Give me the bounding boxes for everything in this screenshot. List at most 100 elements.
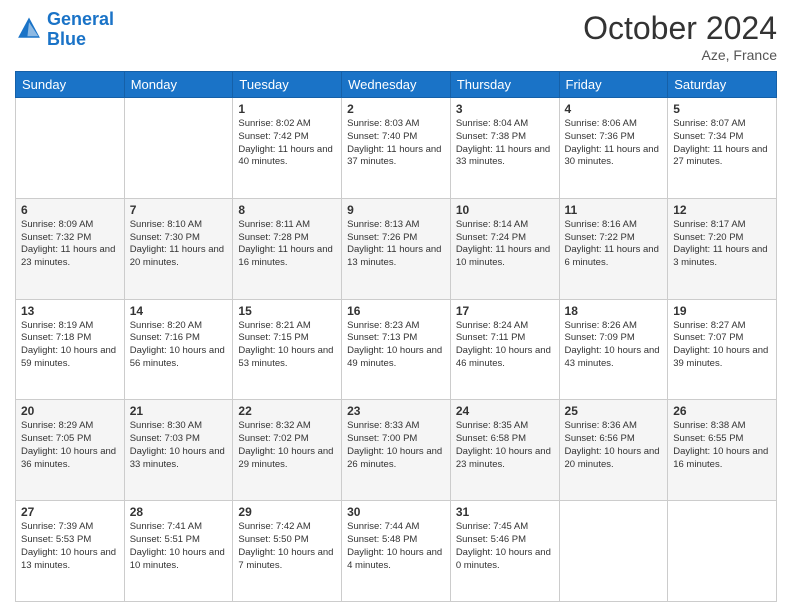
calendar-cell: 23Sunrise: 8:33 AMSunset: 7:00 PMDayligh…: [342, 400, 451, 501]
calendar-cell: 14 Sunrise: 8:20 AMSunset: 7:16 PMDayligh…: [124, 299, 233, 400]
day-number: 25: [565, 404, 663, 418]
calendar-cell: 9 Sunrise: 8:13 AMSunset: 7:26 PMDaylight…: [342, 198, 451, 299]
logo-icon: [15, 16, 43, 44]
day-number: 15: [238, 304, 336, 318]
calendar-cell: 2Sunrise: 8:03 AMSunset: 7:40 PMDaylight…: [342, 98, 451, 199]
calendar-cell: 8Sunrise: 8:11 AMSunset: 7:28 PMDaylight…: [233, 198, 342, 299]
calendar-cell: 17Sunrise: 8:24 AMSunset: 7:11 PMDayligh…: [450, 299, 559, 400]
logo-text: General Blue: [47, 10, 114, 50]
day-detail: Sunrise: 8:06 AMSunset: 7:36 PMDaylight:…: [565, 118, 663, 169]
day-detail: Sunrise: 8:17 AMSunset: 7:20 PMDaylight:…: [673, 219, 771, 270]
day-number: 5: [673, 102, 771, 116]
day-number: 21: [130, 404, 228, 418]
day-detail: Sunrise: 7:41 AMSunset: 5:51 PMDaylight:…: [130, 521, 228, 572]
calendar-cell: [124, 98, 233, 199]
day-number: 1: [238, 102, 336, 116]
calendar-header-tuesday: Tuesday: [233, 72, 342, 98]
logo-line2: Blue: [47, 29, 86, 49]
day-detail: Sunrise: 8:23 AMSunset: 7:13 PMDaylight:…: [347, 320, 445, 371]
day-number: 18: [565, 304, 663, 318]
day-number: 6: [21, 203, 119, 217]
calendar-cell: 18 Sunrise: 8:26 AMSunset: 7:09 PMDayligh…: [559, 299, 668, 400]
calendar-header-sunday: Sunday: [16, 72, 125, 98]
day-detail: Sunrise: 7:44 AMSunset: 5:48 PMDaylight:…: [347, 521, 445, 572]
calendar-cell: 15Sunrise: 8:21 AMSunset: 7:15 PMDayligh…: [233, 299, 342, 400]
calendar-header-row: SundayMondayTuesdayWednesdayThursdayFrid…: [16, 72, 777, 98]
day-number: 31: [456, 505, 554, 519]
calendar-cell: 22 Sunrise: 8:32 AMSunset: 7:02 PMDayligh…: [233, 400, 342, 501]
day-number: 4: [565, 102, 663, 116]
day-number: 30: [347, 505, 445, 519]
day-number: 19: [673, 304, 771, 318]
day-detail: Sunrise: 8:11 AMSunset: 7:28 PMDaylight:…: [238, 219, 336, 270]
calendar-week-2: 6 Sunrise: 8:09 AMSunset: 7:32 PMDaylight…: [16, 198, 777, 299]
calendar-cell: [16, 98, 125, 199]
day-number: 9: [347, 203, 445, 217]
day-number: 2: [347, 102, 445, 116]
day-number: 16: [347, 304, 445, 318]
page: General Blue October 2024 Aze, France Su…: [0, 0, 792, 612]
calendar-cell: 31 Sunrise: 7:45 AMSunset: 5:46 PMDayligh…: [450, 501, 559, 602]
day-detail: Sunrise: 8:38 AMSunset: 6:55 PMDaylight:…: [673, 420, 771, 471]
calendar-cell: 12 Sunrise: 8:17 AMSunset: 7:20 PMDayligh…: [668, 198, 777, 299]
calendar-cell: 7 Sunrise: 8:10 AMSunset: 7:30 PMDaylight…: [124, 198, 233, 299]
day-detail: Sunrise: 8:26 AMSunset: 7:09 PMDaylight:…: [565, 320, 663, 371]
title-block: October 2024 Aze, France: [583, 10, 777, 63]
month-title: October 2024: [583, 10, 777, 47]
day-detail: Sunrise: 8:35 AMSunset: 6:58 PMDaylight:…: [456, 420, 554, 471]
day-detail: Sunrise: 8:32 AMSunset: 7:02 PMDaylight:…: [238, 420, 336, 471]
calendar-table: SundayMondayTuesdayWednesdayThursdayFrid…: [15, 71, 777, 602]
day-detail: Sunrise: 8:16 AMSunset: 7:22 PMDaylight:…: [565, 219, 663, 270]
day-number: 20: [21, 404, 119, 418]
day-detail: Sunrise: 8:29 AMSunset: 7:05 PMDaylight:…: [21, 420, 119, 471]
day-detail: Sunrise: 8:27 AMSunset: 7:07 PMDaylight:…: [673, 320, 771, 371]
calendar-cell: 1 Sunrise: 8:02 AMSunset: 7:42 PMDaylight…: [233, 98, 342, 199]
calendar-cell: [559, 501, 668, 602]
day-detail: Sunrise: 8:13 AMSunset: 7:26 PMDaylight:…: [347, 219, 445, 270]
day-detail: Sunrise: 8:20 AMSunset: 7:16 PMDaylight:…: [130, 320, 228, 371]
calendar-cell: 4 Sunrise: 8:06 AMSunset: 7:36 PMDaylight…: [559, 98, 668, 199]
calendar-cell: [668, 501, 777, 602]
calendar-week-3: 13Sunrise: 8:19 AMSunset: 7:18 PMDayligh…: [16, 299, 777, 400]
day-detail: Sunrise: 8:02 AMSunset: 7:42 PMDaylight:…: [238, 118, 336, 169]
day-detail: Sunrise: 8:04 AMSunset: 7:38 PMDaylight:…: [456, 118, 554, 169]
calendar-week-5: 27Sunrise: 7:39 AMSunset: 5:53 PMDayligh…: [16, 501, 777, 602]
day-detail: Sunrise: 8:10 AMSunset: 7:30 PMDaylight:…: [130, 219, 228, 270]
calendar-cell: 27Sunrise: 7:39 AMSunset: 5:53 PMDayligh…: [16, 501, 125, 602]
calendar-cell: 5 Sunrise: 8:07 AMSunset: 7:34 PMDaylight…: [668, 98, 777, 199]
day-detail: Sunrise: 7:42 AMSunset: 5:50 PMDaylight:…: [238, 521, 336, 572]
day-number: 29: [238, 505, 336, 519]
day-number: 28: [130, 505, 228, 519]
day-number: 7: [130, 203, 228, 217]
day-detail: Sunrise: 8:07 AMSunset: 7:34 PMDaylight:…: [673, 118, 771, 169]
day-detail: Sunrise: 7:45 AMSunset: 5:46 PMDaylight:…: [456, 521, 554, 572]
calendar-cell: 10 Sunrise: 8:14 AMSunset: 7:24 PMDayligh…: [450, 198, 559, 299]
day-number: 26: [673, 404, 771, 418]
calendar-week-4: 20 Sunrise: 8:29 AMSunset: 7:05 PMDayligh…: [16, 400, 777, 501]
day-number: 14: [130, 304, 228, 318]
calendar-cell: 28 Sunrise: 7:41 AMSunset: 5:51 PMDayligh…: [124, 501, 233, 602]
calendar-cell: 30 Sunrise: 7:44 AMSunset: 5:48 PMDayligh…: [342, 501, 451, 602]
calendar-cell: 25 Sunrise: 8:36 AMSunset: 6:56 PMDayligh…: [559, 400, 668, 501]
calendar-cell: 6 Sunrise: 8:09 AMSunset: 7:32 PMDaylight…: [16, 198, 125, 299]
day-number: 12: [673, 203, 771, 217]
calendar-cell: 11Sunrise: 8:16 AMSunset: 7:22 PMDayligh…: [559, 198, 668, 299]
logo: General Blue: [15, 10, 114, 50]
day-detail: Sunrise: 7:39 AMSunset: 5:53 PMDaylight:…: [21, 521, 119, 572]
calendar-header-monday: Monday: [124, 72, 233, 98]
day-number: 23: [347, 404, 445, 418]
calendar-cell: 19 Sunrise: 8:27 AMSunset: 7:07 PMDayligh…: [668, 299, 777, 400]
calendar-cell: 3Sunrise: 8:04 AMSunset: 7:38 PMDaylight…: [450, 98, 559, 199]
day-detail: Sunrise: 8:24 AMSunset: 7:11 PMDaylight:…: [456, 320, 554, 371]
day-detail: Sunrise: 8:36 AMSunset: 6:56 PMDaylight:…: [565, 420, 663, 471]
logo-line1: General: [47, 9, 114, 29]
calendar-cell: 29 Sunrise: 7:42 AMSunset: 5:50 PMDayligh…: [233, 501, 342, 602]
day-detail: Sunrise: 8:14 AMSunset: 7:24 PMDaylight:…: [456, 219, 554, 270]
calendar-cell: 16 Sunrise: 8:23 AMSunset: 7:13 PMDayligh…: [342, 299, 451, 400]
calendar-header-thursday: Thursday: [450, 72, 559, 98]
day-detail: Sunrise: 8:09 AMSunset: 7:32 PMDaylight:…: [21, 219, 119, 270]
header: General Blue October 2024 Aze, France: [15, 10, 777, 63]
day-number: 10: [456, 203, 554, 217]
day-detail: Sunrise: 8:19 AMSunset: 7:18 PMDaylight:…: [21, 320, 119, 371]
day-number: 22: [238, 404, 336, 418]
